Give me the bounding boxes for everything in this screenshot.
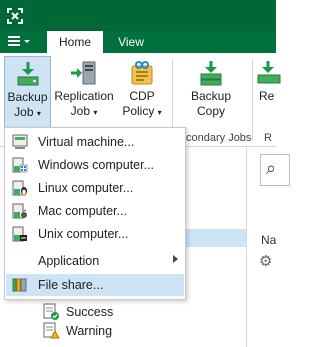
backup-job-label-1: Backup: [7, 90, 48, 104]
cdp-policy-label-1: CDP: [129, 89, 155, 103]
replication-job-button[interactable]: Replication Job ▾: [53, 56, 115, 129]
tab-view[interactable]: View: [108, 31, 154, 53]
menu-item-label: Virtual machine...: [38, 135, 135, 149]
menu-item-file-share[interactable]: File share...: [6, 274, 184, 296]
cdp-policy-label-2: Policy: [122, 104, 155, 118]
menu-item-application[interactable]: Application: [6, 250, 184, 272]
windows-computer-icon: [12, 157, 28, 173]
menu-item-label: Windows computer...: [38, 158, 155, 172]
chevron-down-icon: ▾: [36, 109, 41, 118]
menu-item-label: Mac computer...: [38, 204, 127, 218]
search-input[interactable]: ⌕: [260, 154, 290, 186]
cdp-policy-button[interactable]: CDP Policy ▾: [117, 56, 167, 129]
tab-home[interactable]: Home: [47, 31, 103, 53]
backup-copy-label-2: Copy: [196, 104, 225, 118]
menu-item-label: Unix computer...: [38, 227, 129, 241]
cut-off-ribbon-button[interactable]: Re: [256, 56, 286, 129]
ribbon-separator: [252, 59, 253, 141]
backup-copy-button[interactable]: Backup Copy: [182, 56, 240, 129]
linux-computer-icon: [12, 180, 27, 196]
name-column-header[interactable]: Na: [261, 233, 276, 247]
hamburger-menu-icon: [8, 36, 30, 46]
unix-computer-icon: [12, 226, 27, 242]
menu-item-label: Application: [38, 254, 100, 268]
menu-item-windows-computer[interactable]: Windows computer...: [6, 154, 184, 176]
job-success-icon: [43, 303, 59, 320]
file-share-icon: [12, 278, 27, 292]
virtual-machine-icon: [12, 134, 28, 149]
backup-copy-icon: [200, 61, 222, 86]
gear-icon: ⚙: [259, 253, 273, 270]
menu-item-label: File share...: [38, 278, 104, 292]
backup-job-icon: [17, 62, 38, 86]
menu-item-unix-computer[interactable]: Unix computer...: [6, 223, 184, 245]
tree-item-label: Warning: [66, 324, 113, 338]
cut-off-ribbon-icon: [257, 61, 281, 84]
menu-bar: Home View: [0, 31, 276, 53]
job-warning-icon: [43, 322, 60, 339]
replication-job-icon: [71, 61, 96, 85]
replication-job-label-1: Replication: [54, 89, 114, 103]
navigation-tree-selected-row[interactable]: [180, 229, 246, 247]
backup-job-label-2: Job: [14, 105, 34, 119]
menu-item-label: Linux computer...: [38, 181, 134, 195]
main-menu-button[interactable]: [6, 33, 42, 51]
cut-off-ribbon-label: Re: [259, 89, 275, 103]
menu-item-mac-computer[interactable]: Mac computer...: [6, 200, 184, 222]
title-bar: [0, 0, 276, 31]
ribbon-group-label: R: [264, 132, 272, 144]
search-icon: ⌕: [266, 158, 277, 178]
menu-item-linux-computer[interactable]: Linux computer...: [6, 177, 184, 199]
chevron-down-icon: ▾: [157, 108, 162, 117]
app-logo-icon: [7, 8, 23, 24]
tree-item-label: Success: [66, 305, 114, 319]
backup-job-dropdown-menu: Virtual machine... Windows computer... L…: [4, 127, 186, 300]
panel-divider: [246, 148, 247, 347]
backup-copy-label-1: Backup: [190, 89, 232, 103]
submenu-arrow-icon: [173, 255, 178, 263]
chevron-down-icon: ▾: [93, 108, 98, 117]
cdp-policy-icon: [131, 61, 153, 85]
replication-job-label-2: Job: [70, 104, 90, 118]
ribbon-group-label: condary Jobs: [186, 132, 252, 144]
backup-job-button[interactable]: Backup Job ▾: [4, 56, 51, 129]
menu-item-virtual-machine[interactable]: Virtual machine...: [6, 131, 184, 153]
mac-computer-icon: [12, 203, 27, 219]
